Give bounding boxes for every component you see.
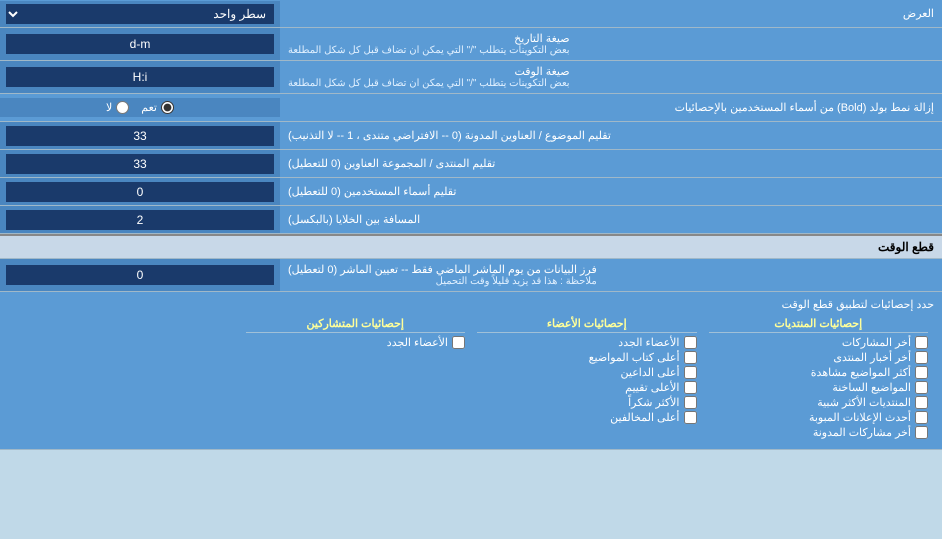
- stat-most-viewed-label: أكثر المواضيع مشاهدة: [811, 366, 911, 379]
- display-label: العرض: [280, 3, 942, 24]
- stat-last-posts-label: أخر المشاركات: [842, 336, 911, 349]
- bold-remove-controls: تعم لا: [0, 98, 280, 117]
- stat-highest-rated-cb[interactable]: [684, 381, 697, 394]
- stat-combined-new-members-cb[interactable]: [452, 336, 465, 349]
- stat-hot-topics-cb[interactable]: [915, 381, 928, 394]
- forum-trim-label: تقليم المنتدى / المجموعة العناوين (0 للت…: [280, 150, 942, 177]
- stat-most-similar-cb[interactable]: [915, 396, 928, 409]
- stat-forum-news-label: أخر أخبار المنتدى: [833, 351, 911, 364]
- stats-item: أكثر المواضيع مشاهدة: [709, 366, 929, 379]
- subject-trim-label: تقليم الموضوع / العناوين المدونة (0 -- ا…: [280, 122, 942, 149]
- user-trim-label: تقليم أسماء المستخدمين (0 للتعطيل): [280, 178, 942, 205]
- date-format-label: صيغة التاريخ بعض التكوينات يتطلب "/" الت…: [280, 28, 942, 60]
- stat-most-thanked-cb[interactable]: [684, 396, 697, 409]
- members-col-header: إحصائيات الأعضاء: [477, 317, 697, 333]
- cutoff-section-title: قطع الوقت: [0, 234, 942, 259]
- time-format-input[interactable]: H:i: [6, 67, 274, 87]
- posts-stats-col: إحصائيات المنتديات أخر المشاركات أخر أخب…: [703, 315, 935, 443]
- stat-new-members-label: الأعضاء الجدد: [618, 336, 679, 349]
- stat-last-posts-cb[interactable]: [915, 336, 928, 349]
- stats-item: أخر المشاركات: [709, 336, 929, 349]
- stat-blog-posts-label: أخر مشاركات المدونة: [813, 426, 911, 439]
- date-format-input-wrapper: d-m: [0, 28, 280, 60]
- time-format-label: صيغة الوقت بعض التكوينات يتطلب "/" التي …: [280, 61, 942, 93]
- stats-item: الأعضاء الجدد: [477, 336, 697, 349]
- time-format-input-wrapper: H:i: [0, 61, 280, 93]
- bold-remove-yes-radio[interactable]: [161, 101, 174, 114]
- posts-col-header: إحصائيات المنتديات: [709, 317, 929, 333]
- stat-top-writers-label: أعلى كتاب المواضيع: [589, 351, 680, 364]
- cutoff-label: فرز البيانات من يوم الماشر الماضي فقط --…: [280, 259, 942, 291]
- stat-latest-classifieds-label: أحدث الإعلانات المبوبة: [809, 411, 911, 424]
- stats-apply-label: حدد إحصائيات لتطبيق قطع الوقت: [8, 298, 934, 311]
- stat-blog-posts-cb[interactable]: [915, 426, 928, 439]
- stat-forum-news-cb[interactable]: [915, 351, 928, 364]
- stat-highest-rated-label: الأعلى تقييم: [625, 381, 679, 394]
- combined-stats-col: إحصائيات المتشاركين الأعضاء الجدد: [240, 315, 472, 443]
- stat-most-similar-label: المنتديات الأكثر شبية: [817, 396, 911, 409]
- stat-hot-topics-label: المواضيع الساخنة: [832, 381, 911, 394]
- stat-top-inviters-label: أعلى الداعين: [621, 366, 680, 379]
- forum-trim-input[interactable]: 33: [6, 154, 274, 174]
- stats-item: أخر أخبار المنتدى: [709, 351, 929, 364]
- user-trim-input-wrapper: 0: [0, 178, 280, 205]
- stats-item: المنتديات الأكثر شبية: [709, 396, 929, 409]
- bold-remove-no-radio[interactable]: [116, 101, 129, 114]
- cutoff-input[interactable]: 0: [6, 265, 274, 285]
- stats-item: الأعضاء الجدد: [246, 336, 466, 349]
- stats-item: أعلى المخالفين: [477, 411, 697, 424]
- stat-top-inviters-cb[interactable]: [684, 366, 697, 379]
- stat-latest-classifieds-cb[interactable]: [915, 411, 928, 424]
- user-trim-input[interactable]: 0: [6, 182, 274, 202]
- cell-spacing-label: المسافة بين الخلايا (بالبكسل): [280, 206, 942, 233]
- bold-remove-no-label[interactable]: لا: [106, 101, 129, 114]
- stat-top-violators-cb[interactable]: [684, 411, 697, 424]
- combined-col-header: إحصائيات المتشاركين: [246, 317, 466, 333]
- stats-columns: إحصائيات المنتديات أخر المشاركات أخر أخب…: [8, 315, 934, 443]
- cell-spacing-input[interactable]: 2: [6, 210, 274, 230]
- stats-item: أعلى الداعين: [477, 366, 697, 379]
- stat-most-thanked-label: الأكثر شكراً: [628, 396, 679, 409]
- stat-new-members-cb[interactable]: [684, 336, 697, 349]
- display-select-wrapper: سطر واحد سطران ثلاثة أسطر: [0, 1, 280, 27]
- bold-remove-yes-label[interactable]: تعم: [141, 101, 174, 114]
- stats-item: المواضيع الساخنة: [709, 381, 929, 394]
- stats-item: أحدث الإعلانات المبوبة: [709, 411, 929, 424]
- forum-trim-input-wrapper: 33: [0, 150, 280, 177]
- bold-remove-label: إزالة نمط بولد (Bold) من أسماء المستخدمي…: [280, 97, 942, 118]
- stat-top-writers-cb[interactable]: [684, 351, 697, 364]
- empty-col: [8, 315, 240, 443]
- subject-trim-input-wrapper: 33: [0, 122, 280, 149]
- stat-combined-new-members-label: الأعضاء الجدد: [387, 336, 448, 349]
- cutoff-input-wrapper: 0: [0, 259, 280, 291]
- stats-section: حدد إحصائيات لتطبيق قطع الوقت إحصائيات ا…: [0, 292, 942, 450]
- stats-item: الأعلى تقييم: [477, 381, 697, 394]
- stat-top-violators-label: أعلى المخالفين: [610, 411, 679, 424]
- stats-item: أعلى كتاب المواضيع: [477, 351, 697, 364]
- stat-most-viewed-cb[interactable]: [915, 366, 928, 379]
- stats-item: أخر مشاركات المدونة: [709, 426, 929, 439]
- members-stats-col: إحصائيات الأعضاء الأعضاء الجدد أعلى كتاب…: [471, 315, 703, 443]
- stats-item: الأكثر شكراً: [477, 396, 697, 409]
- cell-spacing-input-wrapper: 2: [0, 206, 280, 233]
- date-format-input[interactable]: d-m: [6, 34, 274, 54]
- subject-trim-input[interactable]: 33: [6, 126, 274, 146]
- display-select[interactable]: سطر واحد سطران ثلاثة أسطر: [6, 4, 274, 24]
